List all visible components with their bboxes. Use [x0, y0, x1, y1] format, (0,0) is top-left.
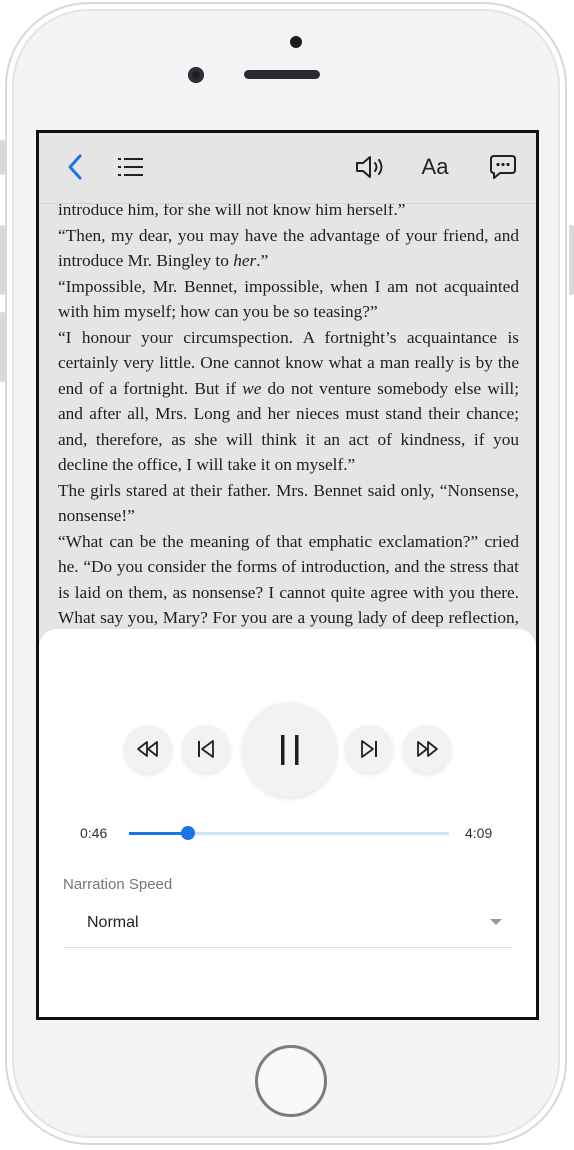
narration-speed-value: Normal — [87, 914, 139, 931]
list-icon — [118, 158, 143, 176]
narration-button[interactable] — [352, 151, 388, 183]
top-toolbar: Aa — [39, 133, 536, 203]
fast-forward-button[interactable] — [403, 725, 451, 773]
emphasized-text: her — [233, 251, 257, 270]
chat-bubble-icon — [490, 155, 516, 179]
rewind-icon — [137, 741, 158, 757]
narration-speed-label: Narration Speed — [63, 876, 173, 893]
paragraph-text: “Then, my dear, you may have the advanta… — [58, 225, 519, 271]
reader-view: introduce him, for she will not know him… — [39, 133, 536, 1017]
chevron-left-icon — [68, 154, 82, 180]
table-of-contents-button[interactable] — [115, 151, 147, 183]
total-time: 4:09 — [465, 825, 493, 841]
paragraph-text: .” — [256, 251, 269, 270]
skip-previous-icon — [198, 740, 214, 758]
dropdown-caret-icon — [490, 919, 502, 925]
emphasized-text: we — [242, 378, 262, 398]
front-camera — [188, 67, 204, 83]
back-button[interactable] — [61, 149, 89, 185]
font-settings-button[interactable]: Aa — [415, 151, 455, 183]
home-button[interactable] — [255, 1045, 327, 1117]
progress-thumb[interactable] — [181, 826, 195, 840]
toolbar-divider — [39, 203, 536, 204]
narration-speed-select[interactable]: Normal — [63, 903, 512, 948]
screen: introduce him, for she will not know him… — [36, 130, 539, 1020]
book-paragraph: “Impossible, Mr. Bennet, impossible, whe… — [58, 274, 519, 325]
skip-next-icon — [361, 740, 377, 758]
progress-fill — [129, 832, 188, 835]
comments-button[interactable] — [487, 151, 519, 183]
mute-switch — [0, 140, 5, 175]
volume-down-button — [0, 312, 5, 382]
current-time: 0:46 — [80, 825, 108, 841]
power-button — [569, 225, 574, 295]
fast-forward-icon — [417, 741, 438, 757]
speaker-icon — [356, 156, 383, 178]
rewind-button[interactable] — [124, 725, 172, 773]
book-paragraph: “Then, my dear, you may have the advanta… — [58, 223, 519, 274]
paragraph-text: “Impossible, Mr. Bennet, impossible, whe… — [58, 276, 519, 322]
book-text: introduce him, for she will not know him… — [58, 197, 519, 656]
earpiece-speaker — [244, 70, 320, 79]
proximity-sensor — [290, 36, 302, 48]
paragraph-text: The girls stared at their father. Mrs. B… — [58, 480, 519, 526]
book-paragraph: “I honour your circumspection. A fortnig… — [58, 325, 519, 478]
pause-icon — [280, 734, 298, 765]
audio-player-sheet — [39, 629, 536, 1017]
previous-button[interactable] — [182, 725, 230, 773]
volume-up-button — [0, 225, 5, 295]
book-paragraph: The girls stared at their father. Mrs. B… — [58, 478, 519, 529]
next-button[interactable] — [345, 725, 393, 773]
pause-button[interactable] — [242, 702, 337, 797]
